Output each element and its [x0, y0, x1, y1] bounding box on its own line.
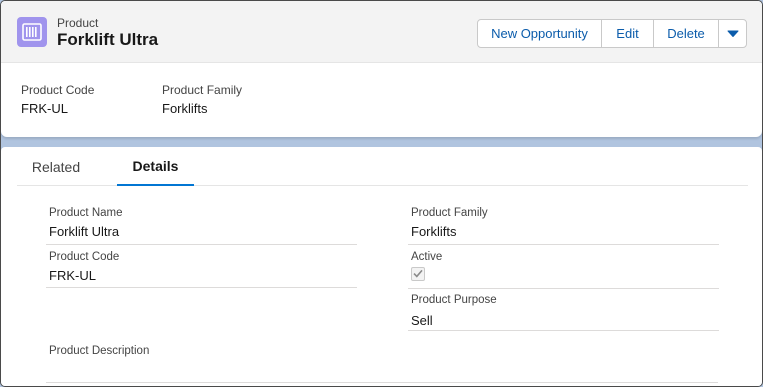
field-product-code: Product Code FRK-UL: [46, 251, 357, 288]
new-opportunity-button[interactable]: New Opportunity: [477, 19, 602, 48]
field-divider: [46, 287, 357, 288]
field-product-family: Product Family Forklifts: [408, 207, 719, 245]
record-title: Forklift Ultra: [57, 30, 159, 49]
delete-button[interactable]: Delete: [653, 19, 719, 48]
record-header: Product Forklift Ultra New Opportunity E…: [1, 1, 762, 137]
checkmark-icon: [413, 265, 423, 283]
product-icon: [17, 17, 47, 47]
header-actions: New Opportunity Edit Delete: [477, 19, 747, 48]
tab-related[interactable]: Related: [17, 147, 95, 186]
field-product-description: Product Description: [46, 345, 718, 383]
details-card: Related Details Product Name Forklift Ul…: [1, 147, 762, 386]
field-divider: [408, 244, 719, 245]
more-actions-button[interactable]: [718, 19, 747, 48]
field-divider: [46, 244, 357, 245]
product-purpose-label: Product Purpose: [411, 294, 497, 306]
product-family-value: Forklifts: [411, 224, 457, 239]
field-divider: [408, 288, 719, 289]
highlight-value-product-code: FRK-UL: [21, 101, 68, 116]
tab-details[interactable]: Details: [117, 147, 194, 186]
highlight-label-product-code: Product Code: [21, 83, 95, 97]
field-product-name: Product Name Forklift Ultra: [46, 207, 357, 245]
header-title-bar: Product Forklift Ultra New Opportunity E…: [1, 1, 762, 63]
object-type-label: Product: [57, 16, 99, 30]
product-code-label: Product Code: [49, 251, 120, 263]
active-checkbox: [411, 267, 425, 281]
tab-bar: Related Details: [17, 147, 748, 186]
field-divider: [46, 382, 718, 383]
product-family-label: Product Family: [411, 207, 488, 219]
record-page: Product Forklift Ultra New Opportunity E…: [0, 0, 763, 387]
product-code-value: FRK-UL: [49, 268, 96, 283]
highlight-value-product-family: Forklifts: [162, 101, 208, 116]
field-divider: [408, 330, 719, 331]
edit-button[interactable]: Edit: [601, 19, 654, 48]
product-name-label: Product Name: [49, 207, 123, 219]
field-active: Active: [408, 251, 719, 289]
product-purpose-value: Sell: [411, 313, 433, 328]
chevron-down-icon: [727, 26, 739, 41]
highlights-panel: Product Code FRK-UL Product Family Forkl…: [1, 63, 762, 137]
active-label: Active: [411, 251, 443, 263]
field-product-purpose: Product Purpose Sell: [408, 294, 719, 331]
product-description-label: Product Description: [49, 345, 150, 357]
product-name-value: Forklift Ultra: [49, 224, 120, 239]
highlight-label-product-family: Product Family: [162, 83, 243, 97]
